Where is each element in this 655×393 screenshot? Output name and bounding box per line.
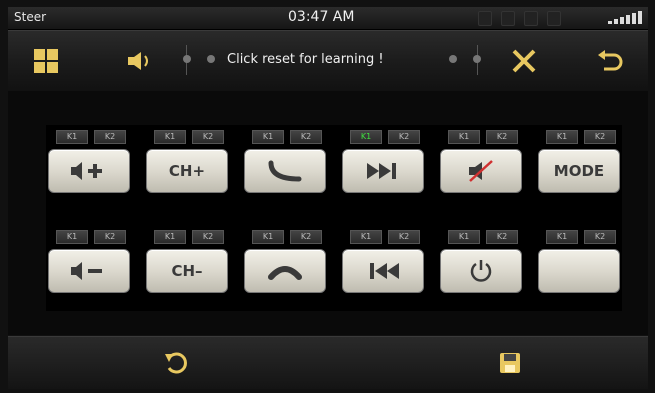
save-button[interactable] [490, 345, 530, 381]
next-track-key[interactable] [342, 149, 424, 193]
reset-button[interactable] [156, 345, 196, 381]
left-dot-icon [183, 55, 191, 63]
key-cell-prev: K1 K2 [342, 230, 426, 293]
tools-icon [512, 49, 536, 73]
mute-icon [469, 160, 493, 182]
signal-icon [608, 11, 642, 24]
k1-indicator: K1 [546, 230, 578, 244]
key-grid: K1 K2 K1 K2 CH+ K1 K2 K1 K2 K1 K2 K1 K2 … [46, 125, 622, 311]
previous-track-key[interactable] [342, 249, 424, 293]
sim-icon [547, 11, 561, 26]
app-title: Steer [14, 10, 47, 24]
previous-track-icon [370, 263, 399, 279]
key-cell-mode: K1 K2 MODE [538, 130, 622, 193]
clock: 03:47 AM [288, 9, 355, 25]
gps-icon [478, 11, 492, 26]
steering-learn-screen: Steer 03:47 AM Click reset for learning … [0, 0, 655, 393]
key-cell-mute: K1 K2 [440, 130, 524, 193]
back-arrow-icon [598, 50, 623, 71]
grid-icon [34, 49, 58, 73]
right-dot-icon [473, 55, 481, 63]
channel-up-key[interactable]: CH+ [146, 149, 228, 193]
k2-indicator: K2 [584, 230, 616, 244]
key-cell-call: K1 K2 [244, 130, 328, 193]
left-inner-dot-icon [207, 55, 215, 63]
key-cell-ch-down: K1 K2 CH– [146, 230, 230, 293]
status-icons [478, 11, 561, 26]
k2-indicator: K2 [94, 230, 126, 244]
key-cell-blank: K1 K2 [538, 230, 622, 293]
mute-key[interactable] [440, 149, 522, 193]
message-bar: Click reset for learning ! [183, 45, 481, 75]
sd-icon [501, 11, 515, 26]
mode-key[interactable]: MODE [538, 149, 620, 193]
volume-button[interactable] [120, 41, 160, 81]
k1-indicator: K1 [546, 130, 578, 144]
k2-indicator: K2 [290, 130, 322, 144]
learning-message: Click reset for learning ! [227, 52, 384, 67]
k1-indicator: K1 [448, 230, 480, 244]
k1-indicator: K1 [154, 230, 186, 244]
k2-indicator: K2 [388, 230, 420, 244]
k2-indicator: K2 [584, 130, 616, 144]
power-key[interactable] [440, 249, 522, 293]
volume-down-key[interactable] [48, 249, 130, 293]
channel-down-key[interactable]: CH– [146, 249, 228, 293]
right-inner-dot-icon [449, 55, 457, 63]
k2-indicator: K2 [192, 230, 224, 244]
k1-indicator: K1 [56, 130, 88, 144]
k2-indicator: K2 [486, 130, 518, 144]
toolbar: Click reset for learning ! [8, 30, 648, 92]
home-grid-button[interactable] [26, 41, 66, 81]
key-cell-next: K1 K2 [342, 130, 426, 193]
tools-button[interactable] [504, 41, 544, 81]
k2-indicator: K2 [94, 130, 126, 144]
key-cell-ch-up: K1 K2 CH+ [146, 130, 230, 193]
k2-indicator: K2 [192, 130, 224, 144]
hang-up-key[interactable] [244, 249, 326, 293]
key-cell-vol-down: K1 K2 [48, 230, 132, 293]
back-button[interactable] [590, 41, 630, 81]
usb-icon [524, 11, 538, 26]
volume-up-icon [71, 162, 102, 180]
reset-icon [165, 352, 187, 374]
k2-indicator: K2 [290, 230, 322, 244]
phone-hangup-icon [268, 266, 302, 280]
status-bar: Steer 03:47 AM [8, 7, 648, 30]
k2-indicator: K2 [388, 130, 420, 144]
k1-indicator: K1 [448, 130, 480, 144]
speaker-icon [128, 52, 148, 70]
save-icon [500, 353, 520, 373]
blank-key[interactable] [538, 249, 620, 293]
key-cell-hangup: K1 K2 [244, 230, 328, 293]
k1-indicator: K1 [154, 130, 186, 144]
k1-indicator: K1 [350, 230, 382, 244]
phone-answer-icon [268, 160, 302, 182]
next-track-icon [367, 163, 396, 179]
answer-call-key[interactable] [244, 149, 326, 193]
key-cell-power: K1 K2 [440, 230, 524, 293]
bottom-bar [8, 336, 648, 389]
k1-indicator-active: K1 [350, 130, 382, 144]
power-icon [470, 260, 492, 282]
k1-indicator: K1 [252, 230, 284, 244]
k1-indicator: K1 [56, 230, 88, 244]
k2-indicator: K2 [486, 230, 518, 244]
k1-indicator: K1 [252, 130, 284, 144]
volume-down-icon [71, 262, 102, 280]
key-learning-area: K1 K2 K1 K2 CH+ K1 K2 K1 K2 K1 K2 K1 K2 … [8, 91, 648, 335]
key-cell-vol-up: K1 K2 [48, 130, 132, 193]
volume-up-key[interactable] [48, 149, 130, 193]
